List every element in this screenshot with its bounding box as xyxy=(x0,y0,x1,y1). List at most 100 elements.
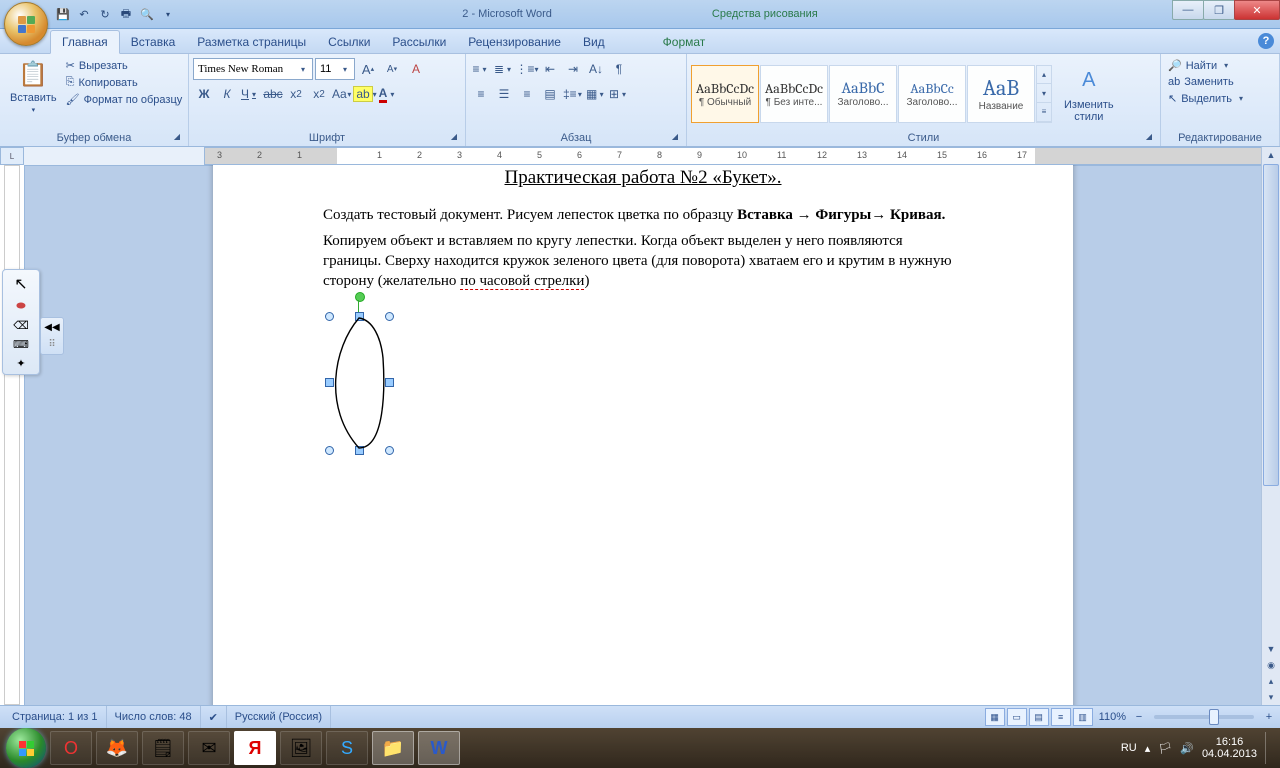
tray-lang[interactable]: RU xyxy=(1121,742,1137,754)
bold-button[interactable]: Ж xyxy=(193,83,215,105)
close-button[interactable]: ✕ xyxy=(1234,0,1280,20)
borders-button[interactable]: ⊞▾ xyxy=(608,83,630,105)
style-heading1[interactable]: AaBbCЗаголово... xyxy=(829,65,897,123)
tab-format[interactable]: Формат xyxy=(652,31,717,53)
tab-references[interactable]: Ссылки xyxy=(317,31,381,53)
page[interactable]: Практическая работа №2 «Букет». Создать … xyxy=(213,165,1073,705)
line-spacing-button[interactable]: ‡≡▾ xyxy=(562,83,584,105)
italic-button[interactable]: К xyxy=(216,83,238,105)
qat-save-icon[interactable]: 💾 xyxy=(54,5,72,23)
task-explorer[interactable]: 📁 xyxy=(372,731,414,765)
start-button[interactable] xyxy=(6,728,46,768)
task-firefox[interactable]: 🦊 xyxy=(96,731,138,765)
align-right-button[interactable]: ≡ xyxy=(516,83,538,105)
vertical-scrollbar[interactable]: ▲ ▼ ◉ ▴ ▾ xyxy=(1261,147,1280,705)
task-skype[interactable]: S xyxy=(326,731,368,765)
change-case-button[interactable]: Aa▾ xyxy=(331,83,353,105)
petal-shape[interactable] xyxy=(323,298,403,468)
scroll-up-icon[interactable]: ▲ xyxy=(1262,147,1280,163)
subscript-button[interactable]: x2 xyxy=(285,83,307,105)
tab-mailings[interactable]: Рассылки xyxy=(381,31,457,53)
cut-button[interactable]: ✂Вырезать xyxy=(63,58,186,73)
scroll-thumb[interactable] xyxy=(1263,164,1279,486)
maximize-button[interactable]: ❐ xyxy=(1203,0,1235,20)
show-desktop-button[interactable] xyxy=(1265,732,1274,764)
zoom-slider[interactable] xyxy=(1154,715,1254,719)
floating-side-toolbar[interactable]: ◀◀ ⠿ xyxy=(40,317,64,355)
vertical-ruler[interactable] xyxy=(0,165,25,705)
task-word[interactable]: W xyxy=(418,731,460,765)
sort-button[interactable]: A↓ xyxy=(585,58,607,80)
zoom-thumb[interactable] xyxy=(1209,709,1219,725)
styles-gallery[interactable]: AaBbCcDc¶ Обычный AaBbCcDc¶ Без инте... … xyxy=(691,65,1052,123)
collapse-icon[interactable]: ◀◀ xyxy=(44,322,59,333)
decrease-indent-button[interactable]: ⇤ xyxy=(539,58,561,80)
bullets-button[interactable]: ≡▾ xyxy=(470,58,492,80)
font-size-combo[interactable]: 11▾ xyxy=(315,58,355,80)
qat-print-icon[interactable]: 🖶 xyxy=(117,5,135,23)
clear-format-button[interactable]: A xyxy=(405,58,427,80)
numbering-button[interactable]: ≣▾ xyxy=(493,58,515,80)
show-marks-button[interactable]: ¶ xyxy=(608,58,630,80)
style-title[interactable]: AaBНазвание xyxy=(967,65,1035,123)
change-styles-button[interactable]: A Изменить стили xyxy=(1058,63,1120,125)
tab-review[interactable]: Рецензирование xyxy=(457,31,572,53)
select-button[interactable]: ↖Выделить▾ xyxy=(1165,91,1249,106)
tab-view[interactable]: Вид xyxy=(572,31,616,53)
prev-page-icon[interactable]: ▴ xyxy=(1262,673,1280,689)
brush-tool-icon[interactable]: ⬬ xyxy=(16,300,25,313)
zoom-out-button[interactable]: − xyxy=(1132,711,1146,723)
zoom-value[interactable]: 110% xyxy=(1099,711,1126,723)
qat-more-icon[interactable]: ▾ xyxy=(159,5,177,23)
paste-button[interactable]: 📋 Вставить ▾ xyxy=(4,56,63,116)
clipboard-launcher-icon[interactable]: ◢ xyxy=(172,132,182,142)
status-language[interactable]: Русский (Россия) xyxy=(227,706,331,728)
status-words[interactable]: Число слов: 48 xyxy=(107,706,201,728)
status-spell[interactable]: ✔ xyxy=(201,706,227,728)
qat-redo-icon[interactable]: ↻ xyxy=(96,5,114,23)
tab-layout[interactable]: Разметка страницы xyxy=(186,31,317,53)
font-name-combo[interactable]: Times New Roman▾ xyxy=(193,58,313,80)
eraser-tool-icon[interactable]: ⌫ xyxy=(13,319,29,332)
justify-button[interactable]: ▤ xyxy=(539,83,561,105)
grow-font-button[interactable]: A▴ xyxy=(357,58,379,80)
help-button[interactable]: ? xyxy=(1258,33,1274,49)
font-color-button[interactable]: A▾ xyxy=(377,83,399,105)
styles-launcher-icon[interactable]: ◢ xyxy=(1144,132,1154,142)
status-page[interactable]: Страница: 1 из 1 xyxy=(4,706,107,728)
superscript-button[interactable]: x2 xyxy=(308,83,330,105)
floating-draw-toolbar[interactable]: ↖ ⬬ ⌫ ⌨ ✦ xyxy=(2,269,40,375)
tray-flag-icon[interactable]: 🏳 xyxy=(1158,742,1172,755)
task-calc[interactable]: 🗒 xyxy=(142,731,184,765)
styles-scroll[interactable]: ▴▾≡ xyxy=(1036,65,1052,123)
tray-clock[interactable]: 16:16 04.04.2013 xyxy=(1202,736,1257,760)
qat-undo-icon[interactable]: ↶ xyxy=(75,5,93,23)
scroll-down-icon[interactable]: ▼ xyxy=(1262,641,1280,657)
next-page-icon[interactable]: ▾ xyxy=(1262,689,1280,705)
para-launcher-icon[interactable]: ◢ xyxy=(670,132,680,142)
horizontal-ruler[interactable]: 321 123 456 789 101112 131415 1617 xyxy=(24,147,1262,166)
highlight-button[interactable]: ab▾ xyxy=(354,83,376,105)
multilevel-button[interactable]: ⋮≡▾ xyxy=(516,58,538,80)
underline-button[interactable]: Ч▾ xyxy=(239,83,261,105)
format-painter-button[interactable]: 🖌Формат по образцу xyxy=(63,92,186,107)
ruler-corner[interactable]: L xyxy=(0,147,24,165)
zoom-in-button[interactable]: + xyxy=(1262,711,1276,723)
replace-button[interactable]: abЗаменить xyxy=(1165,75,1237,89)
selected-shape[interactable] xyxy=(323,298,963,498)
find-button[interactable]: 🔎Найти▾ xyxy=(1165,58,1234,73)
view-web[interactable]: ▤ xyxy=(1029,708,1049,726)
copy-button[interactable]: ⎘Копировать xyxy=(63,75,186,90)
shrink-font-button[interactable]: A▾ xyxy=(381,58,403,80)
font-launcher-icon[interactable]: ◢ xyxy=(449,132,459,142)
align-center-button[interactable]: ☰ xyxy=(493,83,515,105)
tray-arrow-icon[interactable]: ▴ xyxy=(1145,742,1151,755)
minimize-button[interactable]: — xyxy=(1172,0,1204,20)
increase-indent-button[interactable]: ⇥ xyxy=(562,58,584,80)
tab-home[interactable]: Главная xyxy=(50,30,120,54)
keyboard-tool-icon[interactable]: ⌨ xyxy=(13,338,29,351)
task-mail[interactable]: ✉ xyxy=(188,731,230,765)
task-opera[interactable]: O xyxy=(50,731,92,765)
settings-tool-icon[interactable]: ✦ xyxy=(16,357,25,370)
align-left-button[interactable]: ≡ xyxy=(470,83,492,105)
